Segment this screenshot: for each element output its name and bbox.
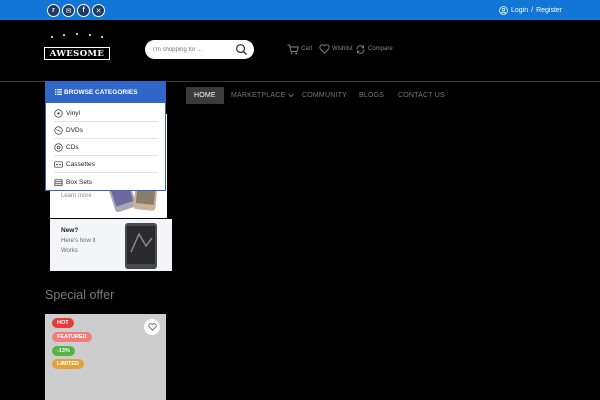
special-offer-heading: Special offer — [45, 288, 115, 302]
phone-product-image — [125, 223, 157, 269]
learn-more-link[interactable]: Learn more — [61, 193, 92, 199]
categories-dropdown: Vinyl DVDs CDs Cassettes Box Sets — [45, 103, 166, 191]
nav-blogs[interactable]: BLOGS — [359, 87, 384, 104]
logo-ornament-icon — [51, 33, 103, 38]
category-item-cassettes[interactable]: Cassettes — [54, 157, 158, 173]
cart-button[interactable]: Cart — [287, 43, 312, 55]
login-link[interactable]: Login — [511, 7, 528, 14]
banner-line-2: Works — [61, 248, 78, 254]
browse-categories-button[interactable]: BROWSE CATEGORIES — [45, 81, 166, 103]
register-link[interactable]: Register — [536, 7, 562, 14]
compare-icon — [356, 44, 365, 54]
category-label: Vinyl — [66, 110, 80, 117]
email-icon[interactable]: ✉ — [62, 4, 75, 17]
cart-label: Cart — [301, 46, 313, 52]
wishlist-button[interactable]: Wishlist — [319, 43, 353, 55]
nav-marketplace[interactable]: MARKETPLACE — [231, 87, 294, 104]
heart-icon — [319, 44, 330, 54]
search-icon[interactable] — [235, 43, 248, 56]
nav-home[interactable]: HOME — [186, 87, 224, 104]
wishlist-label: Wishlist — [332, 46, 353, 52]
login-separator: / — [531, 6, 534, 14]
badge-featured: FEATURED — [52, 332, 92, 342]
nav-community[interactable]: COMMUNITY — [302, 87, 347, 104]
vinyl-icon — [54, 109, 63, 118]
cart-icon — [287, 44, 299, 54]
badge-discount: -13% — [52, 346, 75, 356]
site-logo[interactable]: AWESOME — [44, 30, 110, 66]
category-item-cds[interactable]: CDs — [54, 140, 158, 156]
category-label: DVDs — [66, 127, 83, 134]
box-set-icon — [54, 178, 63, 186]
dvd-icon — [54, 126, 63, 135]
add-to-wishlist-button[interactable] — [144, 319, 160, 335]
nav-marketplace-label: MARKETPLACE — [231, 92, 286, 99]
compare-label: Compare — [368, 46, 393, 52]
heart-icon — [147, 323, 157, 331]
browse-categories-label: BROWSE CATEGORIES — [64, 88, 138, 96]
user-icon — [499, 5, 508, 15]
category-label: CDs — [66, 144, 79, 151]
category-item-box-sets[interactable]: Box Sets — [54, 174, 158, 190]
cassette-icon — [54, 161, 63, 168]
category-label: Cassettes — [66, 161, 95, 168]
category-item-vinyl[interactable]: Vinyl — [54, 106, 158, 122]
search-input[interactable] — [153, 43, 233, 56]
compare-button[interactable]: Compare — [355, 43, 393, 55]
special-offer-product-card[interactable]: HOT FEATURED -13% LIMITED — [45, 314, 166, 400]
nav-contact-us[interactable]: CONTACT US — [398, 87, 445, 104]
logo-wordmark: AWESOME — [44, 47, 110, 60]
badge-limited: LIMITED — [52, 359, 84, 369]
top-bar: r ✉ f ✕ Login / Register — [0, 0, 600, 20]
category-item-dvds[interactable]: DVDs — [54, 123, 158, 139]
category-label: Box Sets — [66, 178, 93, 186]
banner-line-1: Here's how it — [61, 238, 96, 244]
search-bar — [145, 40, 254, 59]
badge-hot: HOT — [52, 318, 74, 328]
banner-title: New? — [61, 227, 79, 234]
facebook-icon[interactable]: f — [77, 4, 90, 17]
list-icon — [55, 89, 62, 95]
rss-icon[interactable]: r — [47, 4, 60, 17]
promo-banner-new[interactable]: New? Here's how it Works — [50, 219, 172, 271]
x-twitter-icon[interactable]: ✕ — [92, 4, 105, 17]
account-links: Login / Register — [499, 4, 562, 16]
cd-icon — [54, 143, 63, 152]
chevron-down-icon — [288, 93, 294, 98]
